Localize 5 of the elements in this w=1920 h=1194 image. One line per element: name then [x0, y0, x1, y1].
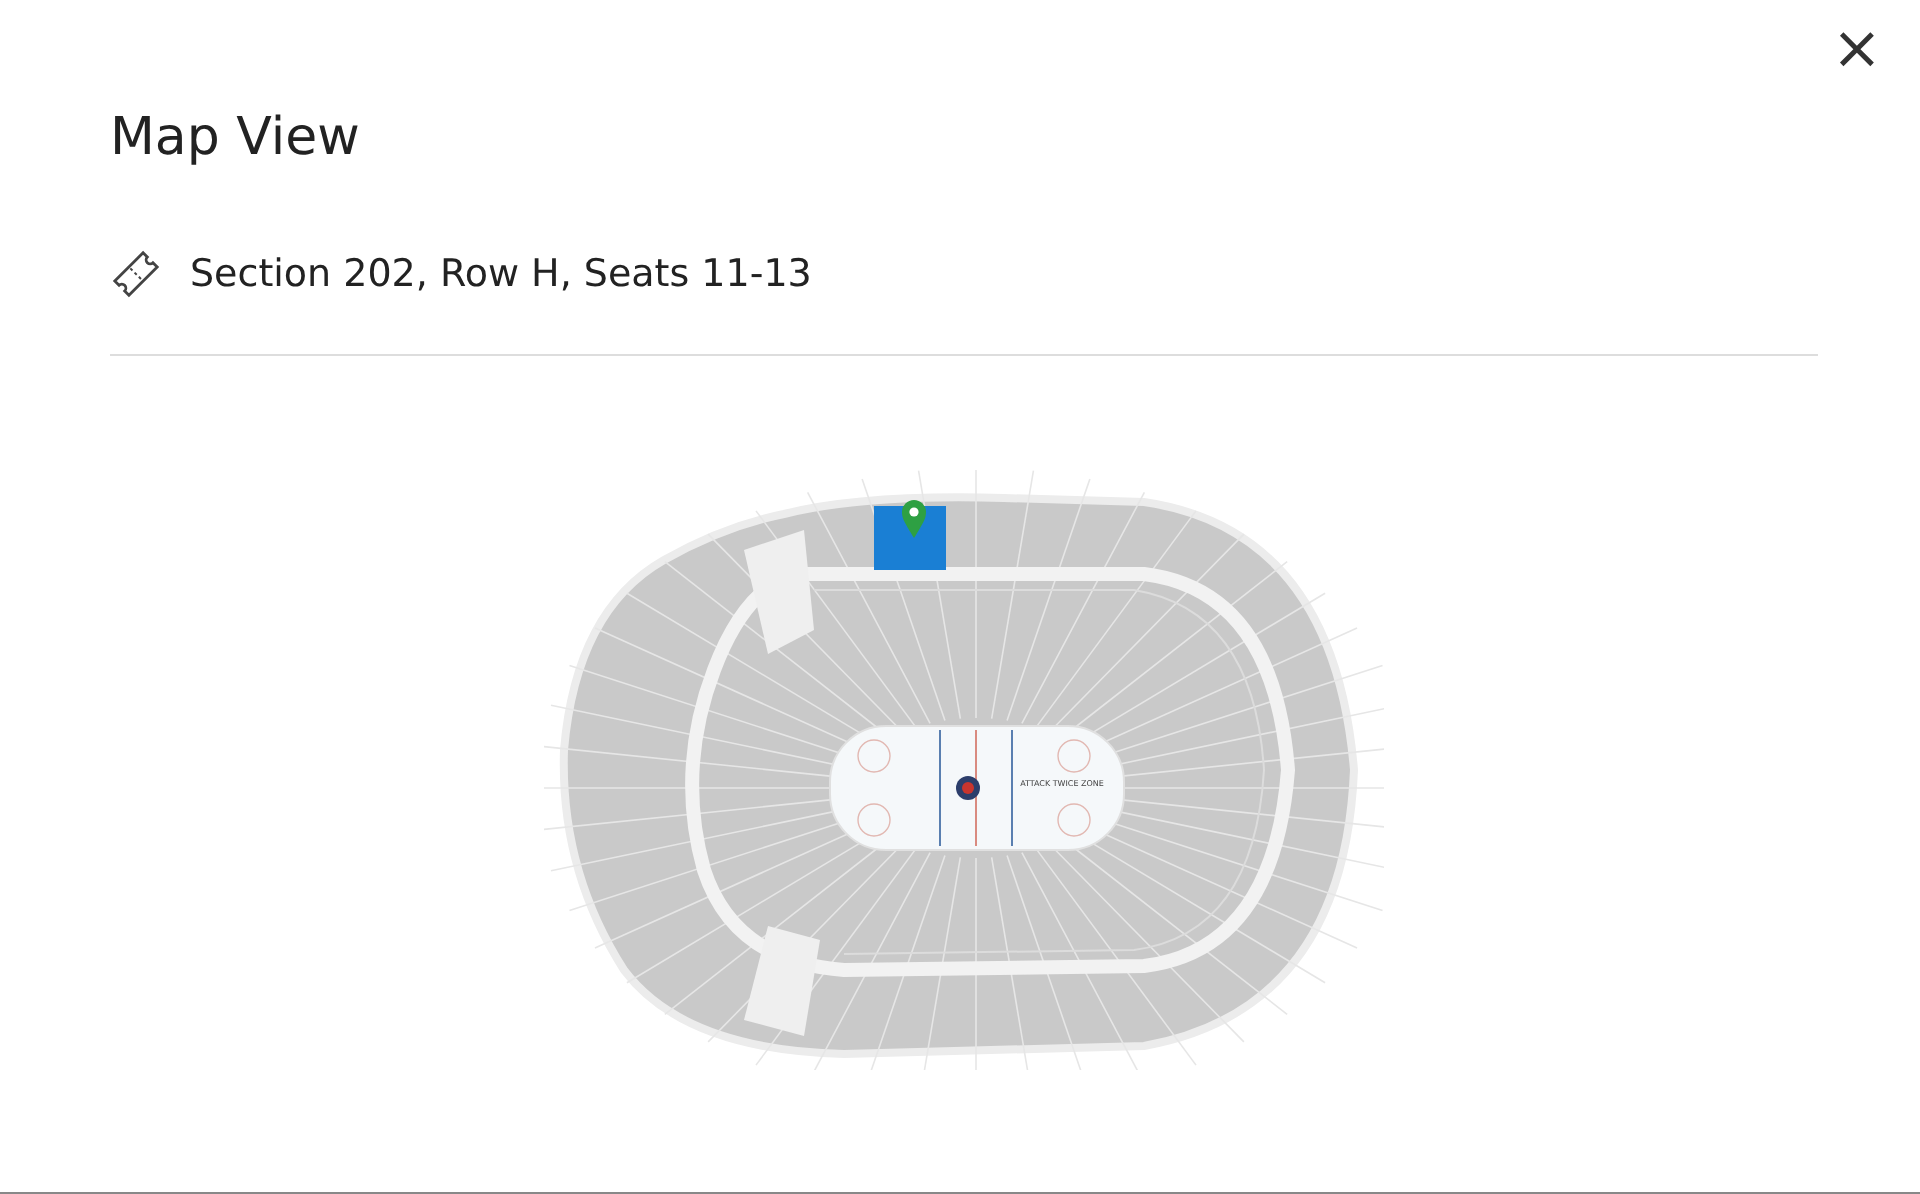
- modal-title: Map View: [110, 108, 362, 171]
- ticket-icon: [110, 248, 162, 301]
- seat-location: Section 202, Row H, Seats 11-13: [190, 250, 812, 301]
- location-pin-icon: [902, 499, 926, 538]
- close-button[interactable]: ×: [1831, 0, 1902, 88]
